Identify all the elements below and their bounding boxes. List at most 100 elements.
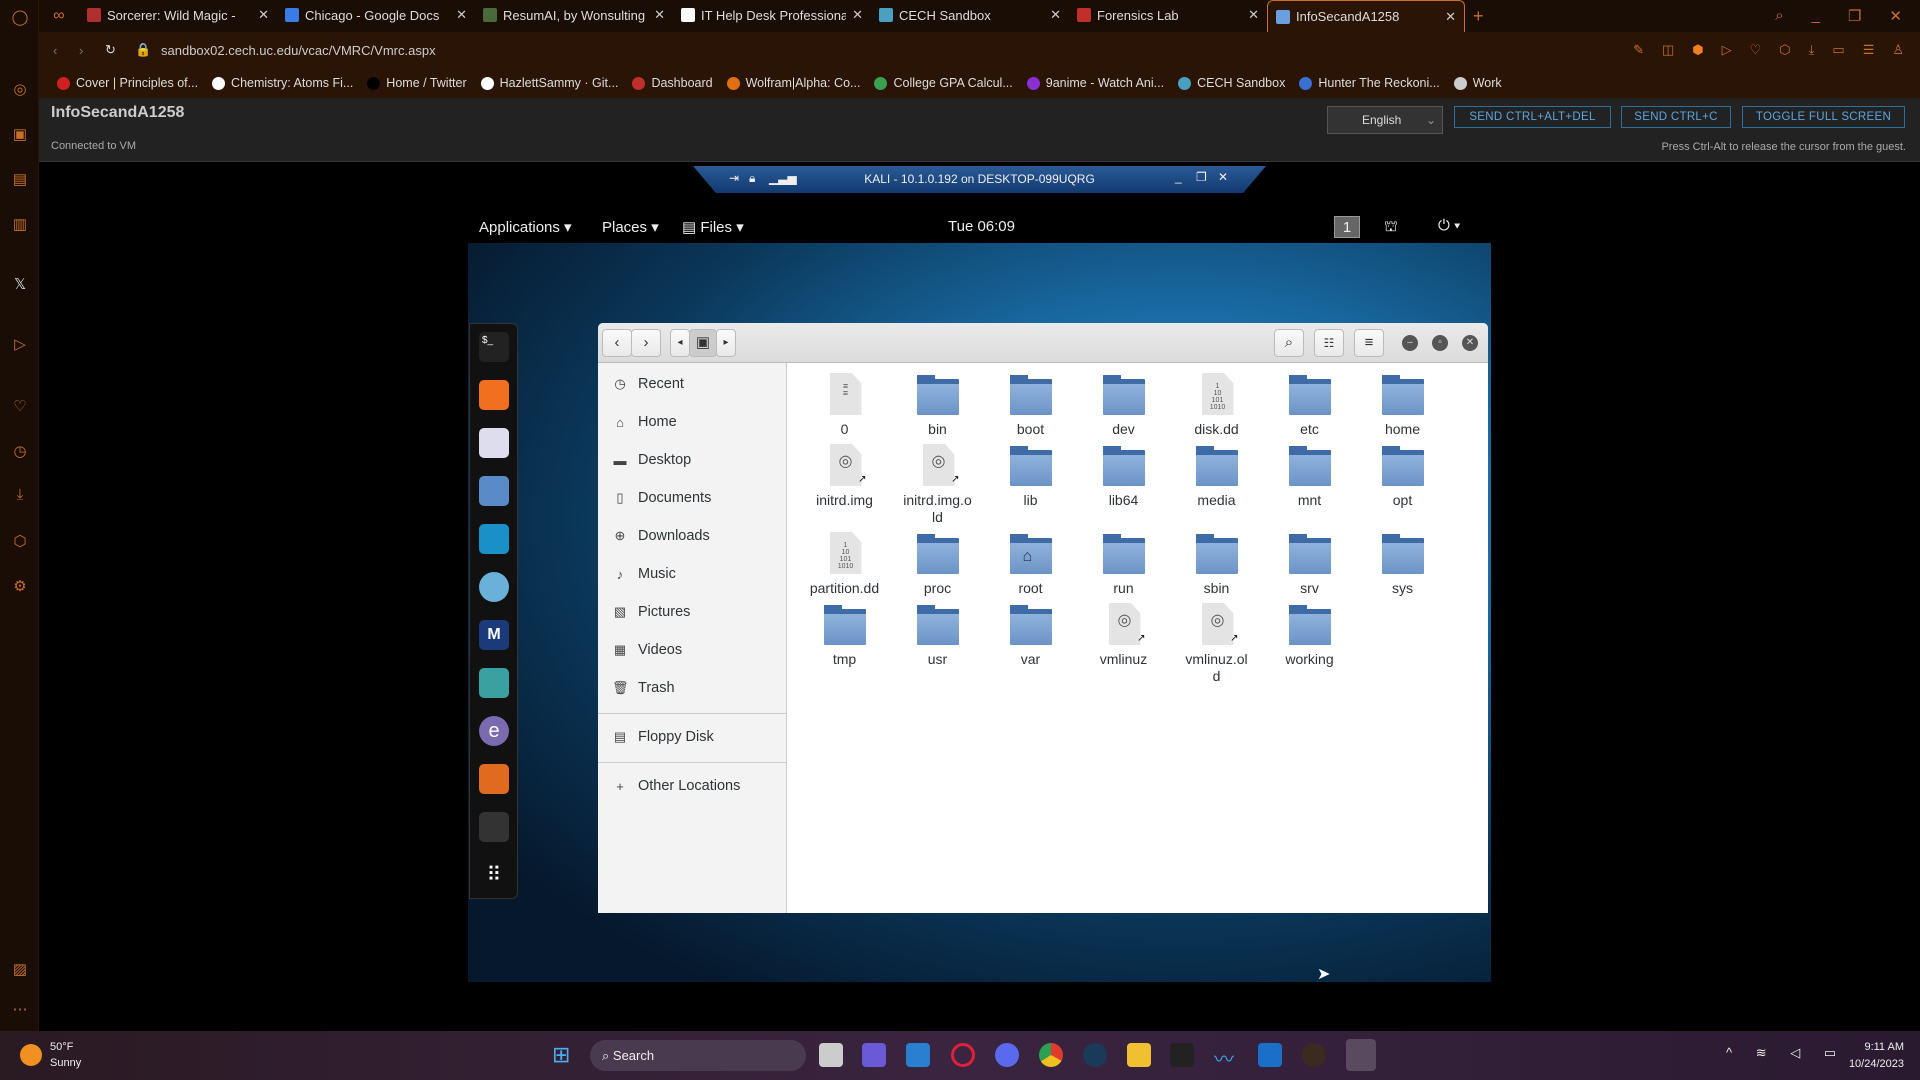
browser-tab[interactable]: InfoSecandA1258 ✕ — [1267, 0, 1465, 32]
sidebar-item-other-locations[interactable]: + Other Locations — [598, 767, 786, 805]
sidebar-item-pictures[interactable]: ▧ Pictures — [598, 593, 786, 631]
aria-icon[interactable]: ◎ — [10, 80, 30, 100]
sidebar-item-videos[interactable]: ▦ Videos — [598, 631, 786, 669]
tab-close-icon[interactable]: ✕ — [654, 7, 665, 23]
root-path-button[interactable]: ▣ — [689, 329, 717, 357]
gallery-icon[interactable]: ▨ — [10, 960, 30, 980]
file-item[interactable]: working — [1263, 603, 1356, 685]
close-button[interactable]: ✕ — [1462, 335, 1478, 351]
search-tabs-icon[interactable]: ⌕ — [1775, 7, 1783, 25]
snapshot-icon[interactable]: ◫ — [1662, 42, 1674, 58]
url-field[interactable]: sandbox02.cech.uc.edu/vcac/VMRC/Vmrc.asp… — [161, 43, 436, 58]
tab-close-icon[interactable]: ✕ — [1248, 7, 1259, 23]
vm-restore-button[interactable]: ❐ — [1196, 170, 1207, 184]
outlook-icon[interactable] — [1258, 1043, 1282, 1067]
send-ctrl-c-button[interactable]: SEND CTRL+C — [1621, 106, 1731, 128]
profile-icon[interactable]: ♙ — [1892, 42, 1904, 58]
opera-icon[interactable] — [951, 1043, 975, 1067]
file-item[interactable]: mnt — [1263, 444, 1356, 526]
download-icon[interactable]: ⤓ — [10, 485, 30, 505]
sidebar-item-desktop[interactable]: ▬ Desktop — [598, 441, 786, 479]
file-item[interactable]: dev — [1077, 373, 1170, 438]
system-tray[interactable]: ^ ≋ ◁ ▭ — [1726, 1045, 1846, 1061]
bookmark-item[interactable]: Wolfram|Alpha: Co... — [726, 76, 860, 90]
file-item[interactable]: ◎ ↗ vmlinuz — [1077, 603, 1170, 685]
send-ctrl-alt-del-button[interactable]: SEND CTRL+ALT+DEL — [1454, 106, 1611, 128]
search-button[interactable]: ⌕ — [1274, 329, 1304, 357]
camera-icon[interactable]: ⛫ — [1384, 218, 1398, 237]
browser-tab[interactable]: Chicago - Google Docs ✕ — [277, 0, 475, 30]
back-icon[interactable]: ‹ — [53, 43, 79, 58]
file-item[interactable]: usr — [891, 603, 984, 685]
settings-icon[interactable]: ⚙ — [10, 577, 30, 597]
show-apps-icon[interactable]: ⠿ — [479, 860, 509, 890]
menu-button[interactable]: ≡ — [1354, 329, 1384, 357]
heart-icon[interactable]: ♡ — [1750, 42, 1762, 58]
sidebar-item-floppy-disk[interactable]: ▤ Floppy Disk — [598, 718, 786, 756]
bookmark-item[interactable]: Dashboard — [632, 76, 713, 90]
flow-icon[interactable]: ▷ — [1722, 42, 1732, 58]
browser-tab[interactable]: IT Help Desk Professional ✕ — [673, 0, 871, 30]
shopping-icon[interactable]: ▣ — [10, 125, 30, 145]
applications-menu[interactable]: Applications ▾ — [479, 218, 572, 236]
sidebar-item-trash[interactable]: 🗑︎ Trash — [598, 669, 786, 707]
file-item[interactable]: run — [1077, 532, 1170, 597]
close-window-button[interactable]: ✕ — [1889, 7, 1902, 25]
browser-tab[interactable]: Sorcerer: Wild Magic - ✕ — [79, 0, 277, 30]
burpsuite-icon[interactable] — [479, 764, 509, 794]
terminal-icon[interactable]: $_ — [479, 332, 509, 362]
places-menu[interactable]: Places ▾ — [602, 218, 659, 236]
weather-condition[interactable]: Sunny — [50, 1057, 81, 1069]
armitage-icon[interactable] — [479, 668, 509, 698]
heart-icon[interactable]: ♡ — [10, 397, 30, 417]
firefox-icon[interactable] — [479, 380, 509, 410]
ettercap-icon[interactable]: e — [479, 716, 509, 746]
more-icon[interactable]: ⋯ — [10, 1000, 30, 1020]
file-explorer-icon[interactable] — [1127, 1043, 1151, 1067]
file-item[interactable]: opt — [1356, 444, 1449, 526]
file-item[interactable]: var — [984, 603, 1077, 685]
file-item[interactable]: media — [1170, 444, 1263, 526]
file-item[interactable]: etc — [1263, 373, 1356, 438]
file-item[interactable]: home — [1356, 373, 1449, 438]
bookmark-item[interactable]: Hunter The Reckoni... — [1299, 76, 1440, 90]
discord-icon[interactable]: ▥ — [10, 215, 30, 235]
minimize-button[interactable]: – — [1402, 335, 1418, 351]
file-item[interactable]: sbin — [1170, 532, 1263, 597]
kali-dragon-icon[interactable]: 〰 — [1214, 1043, 1238, 1071]
vmrc-active-icon[interactable] — [1346, 1039, 1376, 1071]
tool-icon[interactable] — [479, 812, 509, 842]
temperature[interactable]: 50°F — [50, 1041, 73, 1053]
file-item[interactable]: lib — [984, 444, 1077, 526]
tab-close-icon[interactable]: ✕ — [852, 7, 863, 23]
easy-setup-icon[interactable]: ☰ — [1863, 42, 1875, 58]
back-button[interactable]: ‹ — [602, 329, 632, 357]
eye-app-icon[interactable] — [479, 572, 509, 602]
files-menu[interactable]: ▤ Files ▾ — [682, 218, 744, 236]
tab-close-icon[interactable]: ✕ — [1050, 7, 1061, 23]
file-item[interactable]: 1 10 101 1010 partition.dd — [798, 532, 891, 597]
new-tab-button[interactable]: + — [1473, 6, 1484, 27]
clock-time[interactable]: 9:11 AM — [1864, 1041, 1904, 1053]
download-icon[interactable]: ⤓ — [1809, 42, 1815, 58]
player-icon[interactable]: ▷ — [10, 335, 30, 355]
opera-logo-icon[interactable]: ◯ — [10, 8, 30, 28]
edit-icon[interactable]: ✎ — [1633, 42, 1644, 58]
browser-tab[interactable]: CECH Sandbox ✕ — [871, 0, 1069, 30]
weather-icon[interactable] — [20, 1044, 42, 1066]
start-icon[interactable]: ⊞ — [552, 1044, 570, 1066]
wireshark-icon[interactable] — [479, 524, 509, 554]
sidebar-item-recent[interactable]: ◷ Recent — [598, 365, 786, 403]
file-item[interactable]: proc — [891, 532, 984, 597]
browser-tab[interactable]: ResumAI, by Wonsulting ✕ — [475, 0, 673, 30]
sidebar-item-documents[interactable]: ▯ Documents — [598, 479, 786, 517]
file-item[interactable]: ≡ ≡ 0 — [798, 373, 891, 438]
app-icon[interactable] — [1170, 1043, 1194, 1067]
clock-date[interactable]: 10/24/2023 — [1849, 1058, 1904, 1070]
discord-icon[interactable] — [995, 1043, 1019, 1067]
file-item[interactable]: tmp — [798, 603, 891, 685]
tab-close-icon[interactable]: ✕ — [1445, 9, 1456, 25]
search-box[interactable]: ⌕ Search — [590, 1040, 806, 1071]
metasploit-icon[interactable]: M — [479, 620, 509, 650]
files-icon[interactable] — [479, 476, 509, 506]
